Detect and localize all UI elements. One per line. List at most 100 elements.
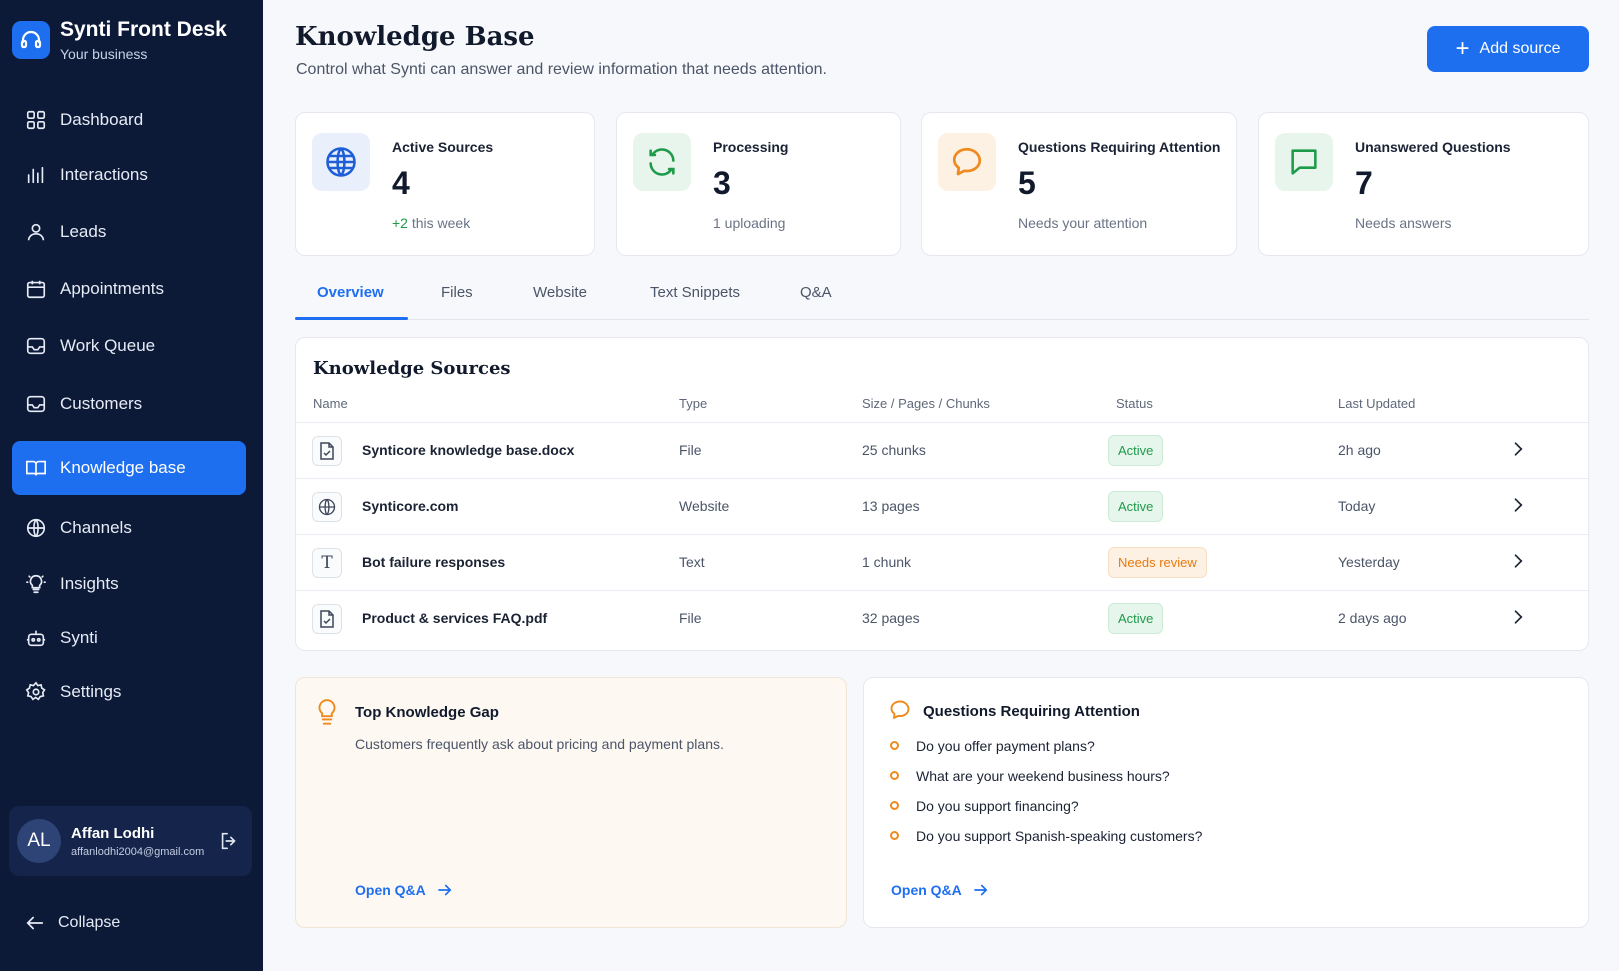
tab-overview[interactable]: Overview bbox=[317, 284, 384, 301]
chevron-right-icon[interactable] bbox=[1508, 439, 1528, 464]
table-row[interactable]: T Bot failure responses Text 1 chunk Nee… bbox=[296, 534, 1588, 590]
collapse-button[interactable]: Collapse bbox=[24, 912, 120, 934]
sidebar-item-interactions[interactable]: Interactions bbox=[12, 146, 246, 204]
book-icon bbox=[24, 456, 48, 480]
sidebar-item-settings[interactable]: Settings bbox=[12, 665, 246, 719]
globe-icon bbox=[24, 516, 48, 540]
sidebar: Synti Front Desk Your business Dashboard… bbox=[0, 0, 263, 971]
app-title: Synti Front Desk bbox=[60, 18, 227, 41]
table-row[interactable]: Product & services FAQ.pdf File 32 pages… bbox=[296, 590, 1588, 646]
arrow-right-icon bbox=[437, 884, 452, 896]
text-icon: T bbox=[312, 548, 342, 578]
bar-chart-icon bbox=[24, 163, 48, 187]
file-icon bbox=[312, 604, 342, 634]
question-text: Do you offer payment plans? bbox=[916, 738, 1095, 754]
bot-icon bbox=[24, 626, 48, 650]
tab-bar: Overview Files Website Text Snippets Q&A bbox=[295, 268, 1589, 320]
sidebar-item-work-queue[interactable]: Work Queue bbox=[12, 317, 246, 375]
user-icon bbox=[24, 220, 48, 244]
stat-card-processing[interactable]: Processing 3 1 uploading bbox=[616, 112, 901, 256]
source-name: Product & services FAQ.pdf bbox=[362, 610, 548, 626]
file-icon bbox=[312, 436, 342, 466]
tab-files[interactable]: Files bbox=[441, 284, 473, 301]
app-subtitle: Your business bbox=[60, 46, 148, 62]
question-text: Do you support Spanish-speaking customer… bbox=[916, 828, 1203, 844]
source-type: File bbox=[679, 610, 702, 626]
collapse-label: Collapse bbox=[58, 914, 121, 931]
open-qa-label: Open Q&A bbox=[355, 882, 426, 898]
stats-row: Active Sources 4 +2 this week Processing… bbox=[295, 112, 1589, 256]
question-text: What are your weekend business hours? bbox=[916, 768, 1170, 784]
lightbulb-icon bbox=[24, 572, 48, 596]
stat-card-questions-requiring-attention[interactable]: Questions Requiring Attention 5 Needs yo… bbox=[921, 112, 1237, 256]
card-title: Questions Requiring Attention bbox=[923, 703, 1140, 720]
tab-website[interactable]: Website bbox=[533, 284, 587, 301]
chevron-right-icon[interactable] bbox=[1508, 607, 1528, 632]
bullet-icon bbox=[890, 771, 899, 780]
headset-logo-icon bbox=[12, 21, 50, 59]
sidebar-item-knowledge-base[interactable]: Knowledge base bbox=[12, 441, 246, 495]
user-name: Affan Lodhi bbox=[71, 824, 155, 842]
globe-icon bbox=[312, 133, 370, 191]
column-header-type: Type bbox=[679, 396, 708, 411]
chevron-right-icon[interactable] bbox=[1508, 495, 1528, 520]
sidebar-item-synti[interactable]: Synti bbox=[12, 611, 246, 665]
list-item[interactable]: What are your weekend business hours? bbox=[890, 768, 1202, 798]
chevron-right-icon[interactable] bbox=[1508, 551, 1528, 576]
open-qa-link[interactable]: Open Q&A bbox=[891, 881, 990, 899]
list-item[interactable]: Do you support financing? bbox=[890, 798, 1202, 828]
source-updated: 2 days ago bbox=[1338, 610, 1407, 626]
add-source-button[interactable]: + Add source bbox=[1427, 26, 1589, 72]
questions-attention-card: Questions Requiring Attention Do you off… bbox=[863, 677, 1589, 928]
stat-value: 7 bbox=[1355, 165, 1373, 201]
bullet-icon bbox=[890, 741, 899, 750]
table-row[interactable]: Synticore.com Website 13 pages Active To… bbox=[296, 478, 1588, 534]
brand[interactable]: Synti Front Desk Your business bbox=[12, 18, 227, 62]
source-updated: 2h ago bbox=[1338, 442, 1381, 458]
tab-qa[interactable]: Q&A bbox=[800, 284, 832, 301]
arrow-left-icon bbox=[26, 916, 44, 930]
stat-label: Questions Requiring Attention bbox=[1018, 139, 1221, 155]
sidebar-item-leads[interactable]: Leads bbox=[12, 204, 246, 260]
source-type: File bbox=[679, 442, 702, 458]
column-header-size: Size / Pages / Chunks bbox=[862, 396, 990, 411]
table-row[interactable]: Synticore knowledge base.docx File 25 ch… bbox=[296, 422, 1588, 478]
lightbulb-icon bbox=[314, 698, 340, 733]
sidebar-item-dashboard[interactable]: Dashboard bbox=[12, 94, 246, 146]
stat-card-unanswered-questions[interactable]: Unanswered Questions 7 Needs answers bbox=[1258, 112, 1589, 256]
user-card[interactable]: AL Affan Lodhi affanlodhi2004@gmail.com bbox=[9, 806, 252, 876]
active-tab-indicator bbox=[295, 317, 408, 320]
column-header-status: Status bbox=[1116, 396, 1153, 411]
sidebar-item-label: Customers bbox=[60, 394, 143, 413]
sidebar-item-label: Knowledge base bbox=[60, 458, 186, 477]
stat-note: Needs answers bbox=[1355, 215, 1452, 231]
chat-bubble-icon bbox=[938, 133, 996, 191]
stat-note-text: this week bbox=[407, 215, 471, 231]
dashboard-icon bbox=[24, 108, 48, 132]
open-qa-link[interactable]: Open Q&A bbox=[355, 881, 454, 899]
sidebar-item-appointments[interactable]: Appointments bbox=[12, 260, 246, 317]
stat-note: +2 this week bbox=[392, 215, 470, 231]
sidebar-nav: Dashboard Interactions Leads Appointment… bbox=[12, 94, 246, 719]
gap-description: Customers frequently ask about pricing a… bbox=[355, 736, 724, 752]
stat-note: Needs your attention bbox=[1018, 215, 1148, 231]
plus-icon: + bbox=[1455, 35, 1470, 62]
bullet-icon bbox=[890, 831, 899, 840]
sidebar-item-label: Settings bbox=[60, 682, 122, 701]
sidebar-item-label: Work Queue bbox=[60, 336, 156, 355]
sidebar-item-customers[interactable]: Customers bbox=[12, 375, 246, 433]
sidebar-item-label: Insights bbox=[60, 574, 119, 593]
gear-icon bbox=[24, 680, 48, 704]
status-badge: Active bbox=[1108, 435, 1164, 466]
sidebar-item-insights[interactable]: Insights bbox=[12, 557, 246, 611]
calendar-icon bbox=[24, 277, 48, 301]
sidebar-item-label: Channels bbox=[60, 517, 132, 537]
tab-text-snippets[interactable]: Text Snippets bbox=[650, 284, 740, 301]
sidebar-item-label: Interactions bbox=[60, 165, 148, 184]
list-item[interactable]: Do you offer payment plans? bbox=[890, 738, 1202, 768]
source-name: Synticore knowledge base.docx bbox=[362, 442, 575, 458]
stat-card-active-sources[interactable]: Active Sources 4 +2 this week bbox=[295, 112, 595, 256]
logout-icon[interactable] bbox=[218, 830, 240, 857]
list-item[interactable]: Do you support Spanish-speaking customer… bbox=[890, 828, 1202, 858]
sidebar-item-channels[interactable]: Channels bbox=[12, 498, 246, 557]
